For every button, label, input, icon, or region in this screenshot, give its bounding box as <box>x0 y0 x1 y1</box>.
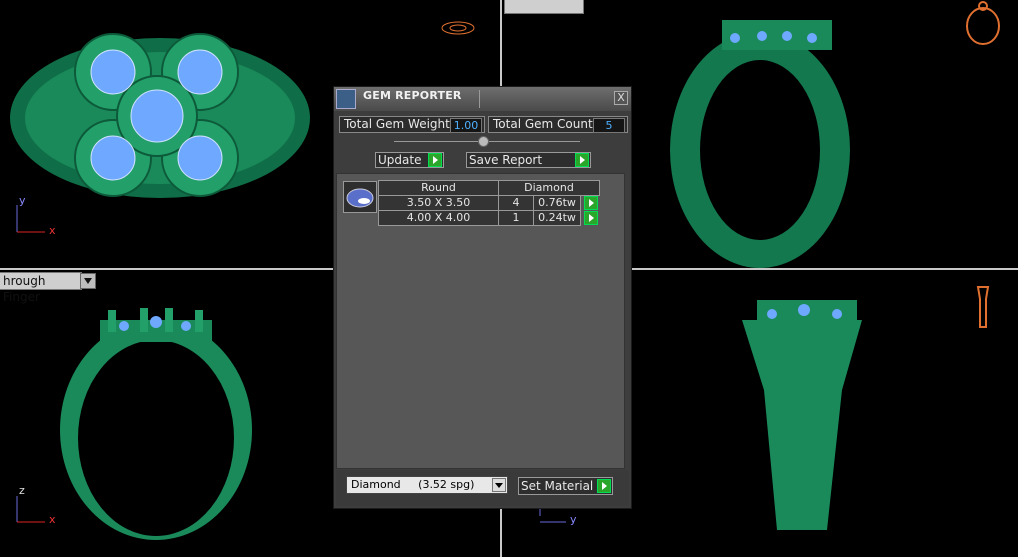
table-row-1-count: 4 <box>498 195 534 211</box>
table-row-1-weight: 0.76tw <box>533 195 581 211</box>
gem-oval-graphic <box>346 188 374 208</box>
update-go-icon <box>428 153 442 167</box>
dialog-titlebar[interactable]: GEM REPORTER X <box>334 87 631 111</box>
table-row-2-go-button[interactable] <box>584 211 598 225</box>
table-row-2-weight: 0.24tw <box>533 210 581 226</box>
total-gem-weight-label: Total Gem Weight <box>344 117 450 131</box>
dialog-title: GEM REPORTER <box>363 89 462 102</box>
viewport-dropdown-arrow[interactable] <box>80 273 96 289</box>
title-separator <box>479 90 480 108</box>
axis-y-label: y <box>19 194 26 207</box>
save-report-button[interactable]: Save Report <box>466 152 591 168</box>
update-button-label: Update <box>378 153 422 167</box>
table-row-1-size: 3.50 X 3.50 <box>378 195 499 211</box>
app-icon <box>336 89 356 109</box>
total-gem-weight-value: 1.00 <box>450 118 482 133</box>
collapse-toggle-button[interactable] <box>478 136 489 147</box>
total-gem-count-value: 5 <box>593 118 625 133</box>
axis-y-label-2: y <box>570 513 577 526</box>
viewport-label-bottom-left[interactable]: hrough Finger <box>0 272 82 304</box>
set-material-button[interactable]: Set Material <box>518 477 613 495</box>
close-button[interactable]: X <box>614 91 628 105</box>
gem-reporter-dialog: GEM REPORTER X Total Gem Weight 1.00 Tot… <box>333 86 632 509</box>
save-report-button-label: Save Report <box>469 153 543 167</box>
set-material-go-icon <box>597 479 611 493</box>
table-header-material: Diamond <box>498 180 600 196</box>
table-row-2-size: 4.00 X 4.00 <box>378 210 499 226</box>
total-gem-weight-field: Total Gem Weight 1.00 <box>339 116 485 133</box>
chevron-down-icon[interactable] <box>492 478 506 492</box>
table-header-shape: Round <box>378 180 499 196</box>
axis-x-label-2: x <box>49 513 56 526</box>
axis-z-label: z <box>19 484 25 497</box>
table-row-2-count: 1 <box>498 210 534 226</box>
total-gem-count-label: Total Gem Count <box>493 117 593 131</box>
set-material-button-label: Set Material <box>521 479 594 493</box>
update-button[interactable]: Update <box>375 152 444 168</box>
save-report-go-icon <box>575 153 589 167</box>
round-gem-icon[interactable] <box>343 181 377 213</box>
total-gem-count-field: Total Gem Count 5 <box>488 116 628 133</box>
material-select[interactable]: Diamond (3.52 spg) <box>346 476 508 494</box>
axis-x-label: x <box>49 224 56 237</box>
viewport-label-top-right[interactable] <box>504 0 584 14</box>
material-select-value: Diamond (3.52 spg) <box>351 478 475 491</box>
table-row-1-go-button[interactable] <box>584 196 598 210</box>
